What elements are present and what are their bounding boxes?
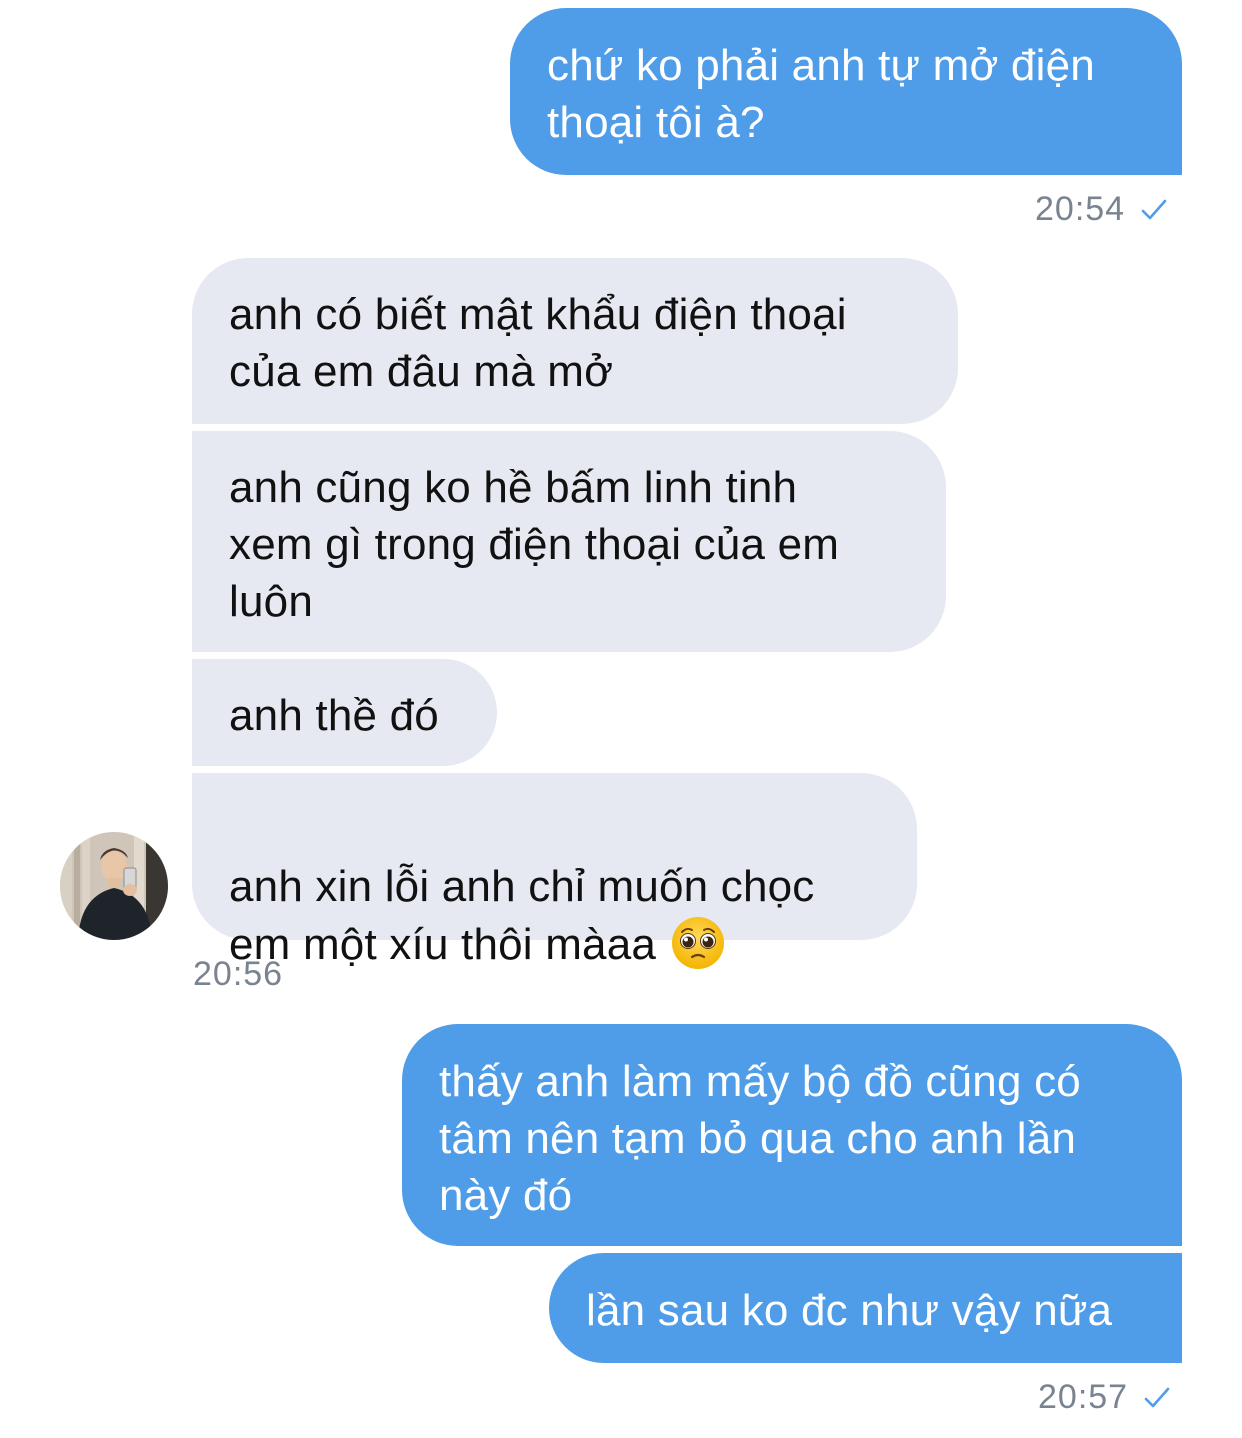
message-bubble-incoming[interactable]: anh có biết mật khẩu điện thoại của em đ… [192, 258, 958, 424]
avatar[interactable] [60, 832, 168, 940]
check-icon [1141, 199, 1167, 219]
message-bubble-incoming[interactable]: anh cũng ko hề bấm linh tinh xem gì tron… [192, 431, 946, 652]
message-bubble-incoming[interactable]: anh xin lỗi anh chỉ muốn chọc em một xíu… [192, 773, 917, 969]
message-bubble-outgoing[interactable]: thấy anh làm mấy bộ đồ cũng có tâm nên t… [402, 1024, 1182, 1246]
timestamp-text: 20:57 [1038, 1378, 1129, 1416]
chat-thread: chứ ko phải anh tự mở điện thoại tôi à? … [0, 0, 1242, 1438]
message-timestamp: 20:57 [1038, 1378, 1170, 1417]
timestamp-text: 20:56 [193, 955, 284, 993]
timestamp-text: 20:54 [1035, 190, 1126, 228]
avatar-photo [60, 832, 168, 940]
pleading-face-emoji [672, 917, 725, 969]
message-timestamp: 20:54 [1035, 190, 1167, 229]
message-text: anh xin lỗi anh chỉ muốn chọc em một xíu… [229, 862, 815, 969]
check-icon [1144, 1387, 1170, 1407]
message-bubble-outgoing[interactable]: chứ ko phải anh tự mở điện thoại tôi à? [510, 8, 1182, 175]
message-bubble-incoming[interactable]: anh thề đó [192, 659, 497, 766]
message-bubble-outgoing[interactable]: lần sau ko đc như vậy nữa [549, 1253, 1182, 1363]
message-timestamp: 20:56 [193, 955, 283, 994]
